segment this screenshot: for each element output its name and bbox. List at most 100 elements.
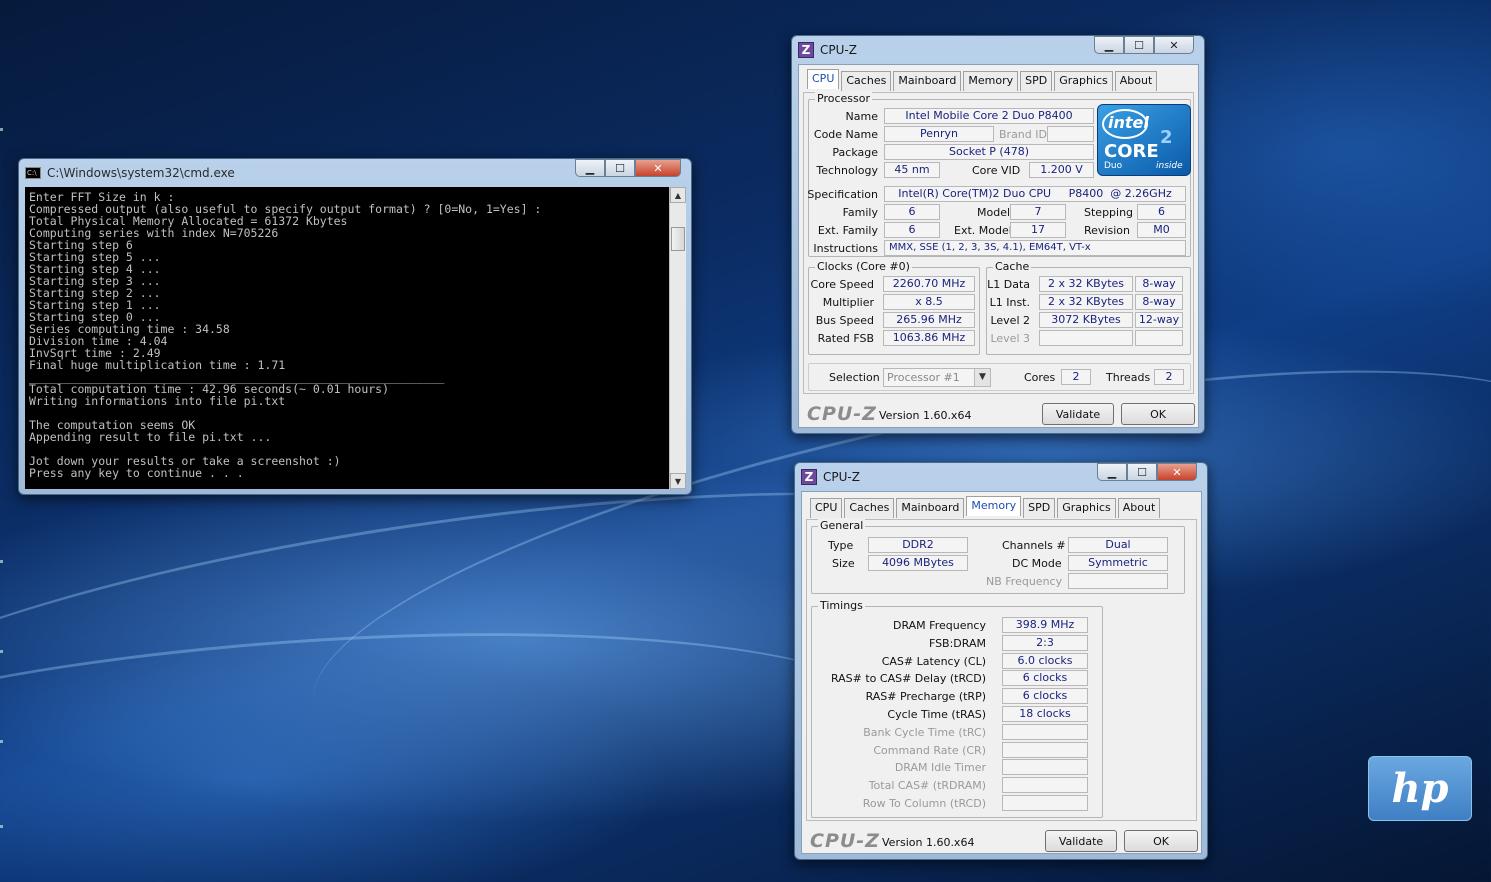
brandid-value (1047, 126, 1094, 142)
corevid-value: 1.200 V (1029, 162, 1094, 178)
tab-bar: CPU Caches Mainboard Memory SPD Graphics… (810, 496, 1161, 518)
processor-group: Processor Name Intel Mobile Core 2 Duo P… (807, 92, 1191, 257)
desktop-edge-mark (0, 128, 3, 131)
busspeed-value: 265.96 MHz (883, 312, 975, 328)
scroll-down-icon[interactable]: ▼ (670, 473, 686, 489)
timing-label: FSB:DRAM (928, 636, 986, 650)
timing-value (1002, 777, 1088, 794)
close-button[interactable]: ✕ (1154, 36, 1194, 54)
tab-about[interactable]: About (1114, 71, 1158, 91)
corevid-label: Core VID (972, 164, 1021, 177)
chevron-down-icon: ▼ (974, 369, 990, 386)
scroll-up-icon[interactable]: ▲ (670, 187, 686, 203)
window-title: CPU-Z (820, 43, 857, 57)
maximize-button[interactable]: ☐ (1124, 36, 1154, 54)
timings-legend: Timings (818, 599, 865, 612)
window-title: CPU-Z (823, 470, 860, 484)
scroll-thumb[interactable] (671, 227, 685, 251)
cores-value: 2 (1061, 369, 1091, 385)
tab-cpu[interactable]: CPU (810, 498, 843, 518)
extfamily-value: 6 (884, 222, 940, 238)
close-button[interactable]: ✕ (635, 159, 681, 177)
l1inst-label: L1 Inst. (989, 296, 1030, 309)
clocks-group: Clocks (Core #0) Core Speed 2260.70 MHz … (808, 260, 980, 355)
validate-button[interactable]: Validate (1045, 830, 1117, 852)
tab-about[interactable]: About (1117, 498, 1161, 518)
channels-label: Channels # (1002, 539, 1066, 552)
cores-label: Cores (1024, 371, 1056, 384)
general-group: General Type DDR2 Size 4096 MBytes Chann… (811, 519, 1185, 594)
hp-logo-text: hp (1391, 765, 1449, 812)
cpuz-body: CPU Caches Mainboard Memory SPD Graphics… (798, 64, 1199, 428)
cmd-titlebar[interactable]: C:\ C:\Windows\system32\cmd.exe ▁ ☐ ✕ (25, 159, 685, 184)
l1data-way: 8-way (1135, 276, 1183, 292)
tab-spd[interactable]: SPD (1020, 71, 1053, 91)
processor-select[interactable]: Processor #1 ▼ (883, 368, 991, 387)
l1data-label: L1 Data (987, 278, 1030, 291)
console-output[interactable]: Enter FFT Size in k : Compressed output (… (25, 187, 673, 489)
l1data-value: 2 x 32 KBytes (1039, 276, 1133, 292)
dcmode-value: Symmetric (1068, 555, 1168, 571)
multiplier-label: Multiplier (822, 296, 874, 309)
ok-button[interactable]: OK (1121, 403, 1195, 425)
cpuz-memory-window[interactable]: Z CPU-Z ▁ ☐ ✕ CPU Caches Mainboard Memor… (794, 462, 1208, 860)
name-value: Intel Mobile Core 2 Duo P8400 (884, 108, 1094, 124)
stepping-label: Stepping (1084, 206, 1134, 219)
validate-button[interactable]: Validate (1042, 403, 1114, 425)
nbfreq-label: NB Frequency (986, 575, 1063, 588)
minimize-button[interactable]: ▁ (575, 159, 605, 177)
type-label: Type (828, 539, 854, 552)
logo-line: CORE (1104, 141, 1159, 162)
cpuz-app-icon: Z (798, 42, 814, 58)
tab-memory[interactable]: Memory (966, 496, 1022, 516)
tab-spd[interactable]: SPD (1023, 498, 1056, 518)
tab-panel: Processor Name Intel Mobile Core 2 Duo P… (803, 92, 1194, 394)
desktop-edge-mark (0, 560, 3, 563)
hp-logo: hp (1368, 756, 1472, 821)
cpuz-titlebar[interactable]: Z CPU-Z ▁ ☐ ✕ (798, 36, 1198, 61)
extfamily-label: Ext. Family (817, 224, 878, 237)
console-icon: C:\ (25, 167, 41, 179)
tab-cpu[interactable]: CPU (807, 69, 840, 89)
timing-value: 18 clocks (1002, 706, 1088, 722)
ok-button[interactable]: OK (1124, 830, 1198, 852)
l1inst-way: 8-way (1135, 294, 1183, 310)
revision-value: M0 (1137, 222, 1186, 238)
tab-memory[interactable]: Memory (963, 71, 1019, 91)
tab-graphics[interactable]: Graphics (1057, 498, 1116, 518)
tab-caches[interactable]: Caches (844, 498, 895, 518)
version-text: Version 1.60.x64 (882, 836, 975, 849)
spec-label: Specification (807, 188, 878, 201)
close-button[interactable]: ✕ (1157, 463, 1197, 481)
type-value: DDR2 (868, 537, 968, 553)
threads-label: Threads (1106, 371, 1151, 384)
minimize-button[interactable]: ▁ (1094, 36, 1124, 54)
tab-caches[interactable]: Caches (841, 71, 892, 91)
nbfreq-value (1068, 573, 1168, 589)
timing-value (1002, 759, 1088, 776)
timing-label: CAS# Latency (CL) (881, 654, 986, 668)
ratedfsb-label: Rated FSB (817, 332, 874, 345)
tab-graphics[interactable]: Graphics (1054, 71, 1113, 91)
timing-label: Command Rate (CR) (873, 743, 986, 757)
cmd-window[interactable]: C:\ C:\Windows\system32\cmd.exe ▁ ☐ ✕ En… (18, 158, 692, 495)
tab-mainboard[interactable]: Mainboard (893, 71, 962, 91)
threads-value: 2 (1154, 369, 1184, 385)
maximize-button[interactable]: ☐ (1127, 463, 1157, 481)
tab-mainboard[interactable]: Mainboard (896, 498, 965, 518)
timing-value: 398.9 MHz (1002, 617, 1088, 633)
cpuz-titlebar[interactable]: Z CPU-Z ▁ ☐ ✕ (801, 463, 1201, 488)
minimize-button[interactable]: ▁ (1097, 463, 1127, 481)
desktop-edge-mark (0, 650, 3, 653)
corespeed-label: Core Speed (810, 278, 874, 291)
maximize-button[interactable]: ☐ (605, 159, 635, 177)
selection-row: Selection Processor #1 ▼ Cores 2 Threads… (808, 363, 1191, 391)
timings-group: Timings DRAM Frequency 398.9 MHz FSB:DRAM 2… (811, 599, 1103, 818)
console-scrollbar[interactable]: ▲ ▼ (669, 187, 686, 489)
version-text: Version 1.60.x64 (879, 409, 972, 422)
model-value: 7 (1010, 204, 1066, 220)
cpuz-cpu-window[interactable]: Z CPU-Z ▁ ☐ ✕ CPU Caches Mainboard Memor… (791, 35, 1205, 434)
timing-label: Row To Column (tRCD) (862, 797, 986, 810)
timing-value: 6.0 clocks (1002, 652, 1088, 669)
cache-group: Cache L1 Data 2 x 32 KBytes 8-way L1 Ins… (986, 260, 1191, 355)
